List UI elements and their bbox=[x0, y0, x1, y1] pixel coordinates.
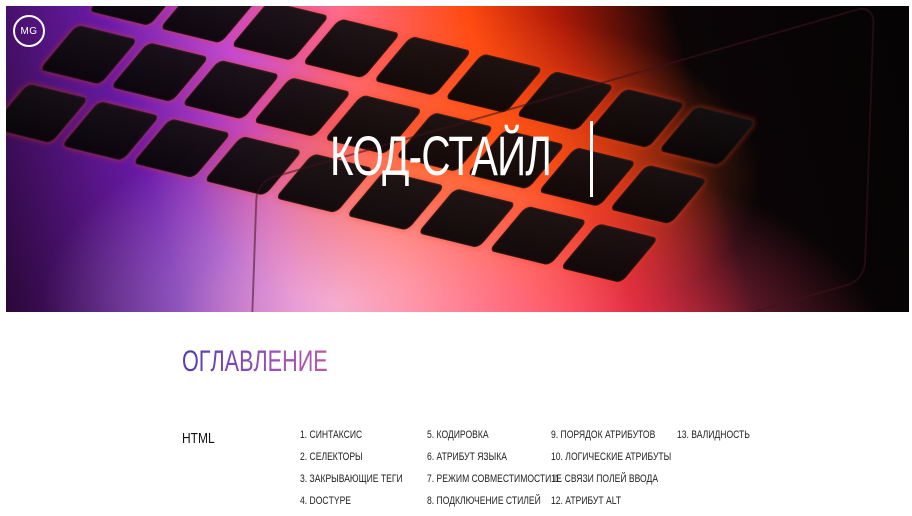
toc-title-letter: Н bbox=[282, 345, 298, 378]
toc-title-letter: Г bbox=[198, 345, 211, 378]
toc-link[interactable]: 8. ПОДКЛЮЧЕНИЕ СТИЛЕЙ bbox=[427, 494, 562, 516]
toc-title: ОГЛАВЛЕНИЕ bbox=[182, 343, 328, 381]
toc-column-4: 13. ВАЛИДНОСТЬ bbox=[677, 428, 771, 450]
toc-link[interactable]: 11. СВЯЗИ ПОЛЕЙ ВВОДА bbox=[551, 472, 671, 494]
toc-title-letter: И bbox=[297, 345, 314, 378]
toc-title-letter: В bbox=[239, 345, 254, 378]
toc-link[interactable]: 2. СЕЛЕКТОРЫ bbox=[300, 450, 403, 472]
toc-link[interactable]: 4. DOCTYPE bbox=[300, 494, 403, 516]
toc-link[interactable]: 12. АТРИБУТ ALT bbox=[551, 494, 671, 516]
logo[interactable]: MG bbox=[13, 15, 45, 47]
toc-link[interactable]: 13. ВАЛИДНОСТЬ bbox=[677, 428, 750, 450]
toc-title-letter: Е bbox=[313, 345, 328, 378]
toc-link[interactable]: 10. ЛОГИЧЕСКИЕ АТРИБУТЫ bbox=[551, 450, 671, 472]
toc-title-letter: Л bbox=[253, 345, 268, 378]
toc-title-letter: Е bbox=[267, 345, 283, 378]
toc-title-letter: А bbox=[224, 345, 240, 378]
hero-title: КОД-СТАЙЛ bbox=[330, 124, 552, 187]
toc-title-letter: О bbox=[182, 345, 199, 378]
text-cursor bbox=[590, 121, 593, 197]
toc-column-1: 1. СИНТАКСИС 2. СЕЛЕКТОРЫ 3. ЗАКРЫВАЮЩИЕ Т… bbox=[300, 428, 432, 516]
toc-title-letter: Л bbox=[210, 345, 225, 378]
toc-link[interactable]: 1. СИНТАКСИС bbox=[300, 428, 403, 450]
toc-link[interactable]: 3. ЗАКРЫВАЮЩИЕ ТЕГИ bbox=[300, 472, 403, 494]
toc-link[interactable]: 6. АТРИБУТ ЯЗЫКА bbox=[427, 450, 562, 472]
toc-link[interactable]: 5. КОДИРОВКА bbox=[427, 428, 562, 450]
toc-link[interactable]: 7. РЕЖИМ СОВМЕСТИМОСТИ IE bbox=[427, 472, 562, 494]
toc-link[interactable]: 9. ПОРЯДОК АТРИБУТОВ bbox=[551, 428, 671, 450]
section-label-html: HTML bbox=[182, 430, 215, 447]
